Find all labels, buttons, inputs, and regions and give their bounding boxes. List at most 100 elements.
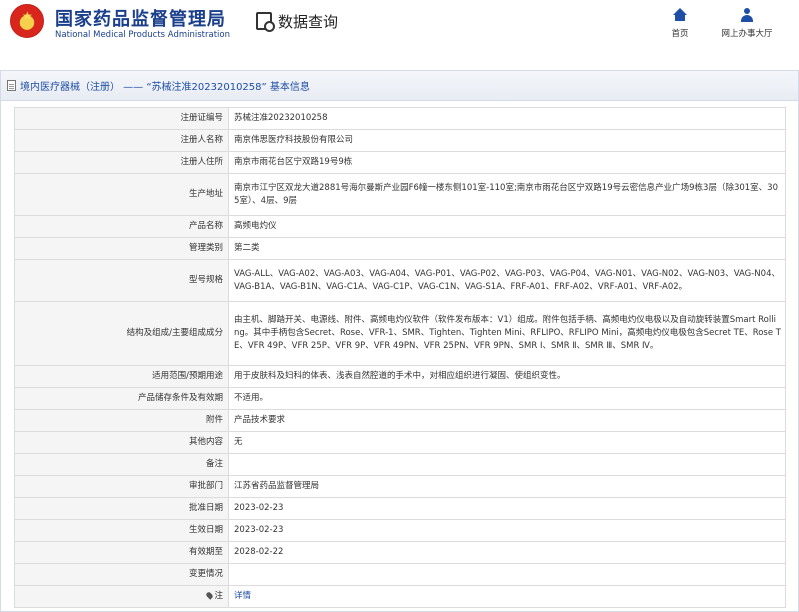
field-label-text: 管理类别 [188, 243, 223, 253]
field-value-text: 第二类 [234, 243, 260, 253]
detail-panel: 境内医疗器械（注册） —— “苏械注准20232010258” 基本信息 注册证… [0, 70, 799, 612]
field-label-text: 生产地址 [188, 189, 223, 199]
field-label: 产品储存条件及有效期 [14, 387, 229, 410]
field-label: 批准日期 [14, 497, 229, 520]
field-value [228, 563, 786, 586]
field-value: 不适用。 [228, 387, 786, 410]
table-row: 结构及组成/主要组成成分 由主机、脚踏开关、电源线、附件、高频电灼仪软件（软件发布… [14, 301, 786, 366]
field-value-text: 南京市雨花台区宁双路19号9栋 [234, 157, 353, 167]
table-row: 有效期至 2028-02-22 [14, 541, 786, 564]
field-value-text: VAG-ALL、VAG-A02、VAG-A03、VAG-A04、VAG-P01、… [234, 268, 780, 292]
table-row: 型号规格 VAG-ALL、VAG-A02、VAG-A03、VAG-A04、VAG-… [14, 259, 786, 302]
field-value: 用于皮肤科及妇科的体表、浅表自然腔道的手术中，对相应组织进行凝固、使组织变性。 [228, 365, 786, 388]
table-row: 批准日期 2023-02-23 [14, 497, 786, 520]
field-value: 2028-02-22 [228, 541, 786, 564]
breadcrumb: 境内医疗器械（注册） —— “苏械注准20232010258” 基本信息 [20, 82, 310, 93]
data-query-title: 数据查询 [278, 13, 339, 31]
field-label-text: 有效期至 [188, 547, 223, 557]
field-label-text: 其他内容 [188, 437, 223, 447]
nav-online-service-label: 网上办事大厅 [721, 29, 773, 39]
table-row: 注册证编号 苏械注准20232010258 [14, 107, 786, 130]
pin-icon [205, 591, 215, 600]
field-label: 结构及组成/主要组成成分 [14, 301, 229, 366]
table-row: 产品名称 高频电灼仪 [14, 215, 786, 238]
brand-name-cn[interactable]: 国家药品监督管理局 [55, 5, 226, 31]
field-value-text: 用于皮肤科及妇科的体表、浅表自然腔道的手术中，对相应组织进行凝固、使组织变性。 [234, 371, 566, 381]
field-value: 苏械注准20232010258 [228, 107, 786, 130]
field-label-text: 产品储存条件及有效期 [137, 393, 223, 403]
field-value-text: 南京市江宁区双龙大道2881号海尔曼斯产业园F6幢一楼东侧101室-110室;南… [234, 182, 778, 206]
field-label-text: 附件 [205, 415, 223, 425]
field-value: 产品技术要求 [228, 409, 786, 432]
field-value-text: 南京伟思医疗科技股份有限公司 [234, 135, 354, 145]
field-label-text: 结构及组成/主要组成成分 [126, 328, 223, 338]
field-label-text: 注册人名称 [180, 135, 223, 145]
field-label: 备注 [14, 453, 229, 476]
table-row: 适用范围/预期用途 用于皮肤科及妇科的体表、浅表自然腔道的手术中，对相应组织进行凝… [14, 365, 786, 388]
field-value: 由主机、脚踏开关、电源线、附件、高频电灼仪软件（软件发布版本：V1）组成。附件包… [228, 301, 786, 366]
registration-info-table: 注册证编号 苏械注准20232010258 注册人名称 南京伟思医疗科技股份有限公司注… [14, 107, 786, 608]
field-label-text: 注 [214, 591, 223, 601]
table-row: 产品储存条件及有效期 不适用。 [14, 387, 786, 410]
home-icon [673, 8, 687, 22]
field-label-text: 注册人住所 [180, 157, 223, 167]
field-label-text: 备注 [205, 459, 223, 469]
field-label: 注 [14, 585, 229, 608]
field-label-text: 变更情况 [188, 569, 223, 579]
field-value-text: 2028-02-22 [234, 547, 284, 557]
brand-name-en[interactable]: National Medical Products Administration [55, 30, 230, 40]
field-value[interactable]: 详情 [228, 585, 786, 608]
field-value: 南京市江宁区双龙大道2881号海尔曼斯产业园F6幢一楼东侧101室-110室;南… [228, 173, 786, 216]
field-value: 2023-02-23 [228, 497, 786, 520]
field-label: 生效日期 [14, 519, 229, 542]
user-icon [740, 8, 754, 22]
field-label-text: 适用范围/预期用途 [152, 371, 223, 381]
field-label-text: 产品名称 [188, 221, 223, 231]
site-header: ★ 国家药品监督管理局 National Medical Products Ad… [0, 0, 799, 58]
field-value: VAG-ALL、VAG-A02、VAG-A03、VAG-A04、VAG-P01、… [228, 259, 786, 302]
nav-home-label: 首页 [671, 29, 689, 39]
table-row: 附件 产品技术要求 [14, 409, 786, 432]
field-value-text: 2023-02-23 [234, 503, 284, 513]
field-label-text: 批准日期 [188, 503, 223, 513]
table-row: 其他内容 无 [14, 431, 786, 454]
field-label: 注册证编号 [14, 107, 229, 130]
panel-header: 境内医疗器械（注册） —— “苏械注准20232010258” 基本信息 [1, 71, 798, 101]
field-label-text: 型号规格 [188, 275, 223, 285]
field-value [228, 453, 786, 476]
nav-online-service-hall[interactable]: 网上办事大厅 [712, 8, 782, 39]
field-value-text: 无 [234, 437, 243, 447]
national-emblem-icon: ★ [10, 4, 44, 38]
table-row: 备注 [14, 453, 786, 476]
field-label: 适用范围/预期用途 [14, 365, 229, 388]
document-icon [7, 80, 16, 91]
field-label-text: 审批部门 [188, 481, 223, 491]
table-row: 生产地址 南京市江宁区双龙大道2881号海尔曼斯产业园F6幢一楼东侧101室-11… [14, 173, 786, 216]
field-value-text: 江苏省药品监督管理局 [234, 481, 320, 491]
field-label: 注册人名称 [14, 129, 229, 152]
field-value-text: 2023-02-23 [234, 525, 284, 535]
field-value: 2023-02-23 [228, 519, 786, 542]
table-row: 生效日期 2023-02-23 [14, 519, 786, 542]
nav-home[interactable]: 首页 [645, 8, 715, 39]
data-query-icon [256, 12, 275, 32]
field-value-text: 苏械注准20232010258 [234, 113, 328, 123]
field-value-text: 高频电灼仪 [234, 221, 277, 231]
field-label: 产品名称 [14, 215, 229, 238]
field-label: 附件 [14, 409, 229, 432]
field-label-text: 生效日期 [188, 525, 223, 535]
table-row: 管理类别 第二类 [14, 237, 786, 260]
field-value: 南京伟思医疗科技股份有限公司 [228, 129, 786, 152]
field-label: 审批部门 [14, 475, 229, 498]
field-value-text: 产品技术要求 [234, 415, 286, 425]
table-row: 注 详情 [14, 585, 786, 608]
table-row: 变更情况 [14, 563, 786, 586]
field-label: 其他内容 [14, 431, 229, 454]
details-link[interactable]: 详情 [234, 591, 251, 601]
field-value: 第二类 [228, 237, 786, 260]
field-label: 注册人住所 [14, 151, 229, 174]
field-label: 生产地址 [14, 173, 229, 216]
field-label: 型号规格 [14, 259, 229, 302]
table-row: 审批部门 江苏省药品监督管理局 [14, 475, 786, 498]
field-value-text: 不适用。 [234, 393, 269, 403]
